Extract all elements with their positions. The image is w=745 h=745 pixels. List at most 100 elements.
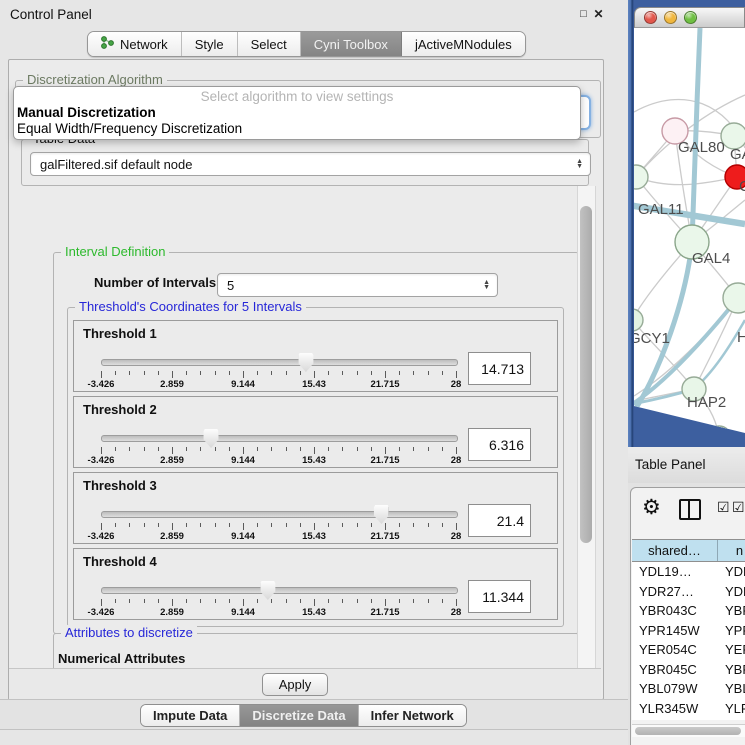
table-row[interactable]: YDL19…YDL1: [632, 562, 745, 582]
tab-discretize-data[interactable]: Discretize Data: [240, 705, 358, 726]
tab-cyni-toolbox[interactable]: Cyni Toolbox: [301, 32, 402, 56]
slider-tick: [342, 599, 343, 603]
slider-tick: [271, 447, 272, 451]
tab-jactivemnodules[interactable]: jActiveMNodules: [402, 32, 525, 56]
table-row[interactable]: YPR145WYPR1: [632, 621, 745, 641]
number-of-intervals-combobox[interactable]: 5 ▲▼: [217, 273, 498, 297]
threshold-panel: Threshold 4 -3.4262.8599.14415.4321.71528…: [73, 548, 558, 620]
tab-select[interactable]: Select: [238, 32, 301, 56]
table-row[interactable]: YBR043CYBR0: [632, 601, 745, 621]
bottom-tabbar: Impute Data Discretize Data Infer Networ…: [140, 704, 467, 727]
table-cell: YDR27…: [632, 582, 718, 602]
table-row[interactable]: YDR27…YDR2: [632, 582, 745, 602]
network-node[interactable]: [707, 426, 731, 447]
table-data-combobox[interactable]: galFiltered.sif default node ▲▼: [30, 152, 591, 176]
slider-tick: [456, 523, 457, 530]
table-row[interactable]: YBL079WYBL0: [632, 679, 745, 699]
slider-tick: [314, 523, 315, 530]
network-node-label: H: [737, 329, 745, 346]
slider-track[interactable]: [101, 587, 458, 594]
slider-track[interactable]: [101, 359, 458, 366]
network-desktop: GAL80GACGAL11GAL4GCY1HHAP2: [628, 0, 745, 447]
slider-tick: [413, 371, 414, 375]
table-horizontal-scrollbar[interactable]: [632, 724, 745, 737]
threshold-value-box[interactable]: 11.344: [468, 580, 531, 613]
columns-icon[interactable]: [679, 499, 701, 520]
slider-tick: [385, 523, 386, 530]
main-scrollbar-thumb[interactable]: [580, 206, 592, 543]
checkbox-checked-icon[interactable]: ☑: [717, 499, 730, 516]
network-node[interactable]: [628, 165, 648, 189]
slider-tick: [144, 599, 145, 603]
tab-infer-network[interactable]: Infer Network: [359, 705, 466, 726]
slider-thumb[interactable]: [260, 581, 275, 600]
network-canvas[interactable]: GAL80GACGAL11GAL4GCY1HHAP2: [628, 0, 745, 447]
slider-tick: [314, 599, 315, 606]
table-header-row: shared…n: [632, 539, 745, 562]
network-node-label: GA: [730, 146, 745, 163]
slider-tick: [186, 599, 187, 603]
slider-tick: [442, 523, 443, 527]
network-node-label: HAP2: [687, 394, 726, 411]
slider-tick: [229, 523, 230, 527]
apply-button[interactable]: Apply: [262, 673, 328, 696]
threshold-label: Threshold 4: [83, 554, 157, 569]
popup-option-equal-width-frequency[interactable]: Equal Width/Frequency Discretization: [17, 121, 242, 136]
slider-tick: [186, 447, 187, 451]
table-row[interactable]: YLR345WYLR3: [632, 699, 745, 719]
float-window-icon[interactable]: □: [577, 8, 590, 21]
tab-impute-data[interactable]: Impute Data: [141, 705, 240, 726]
tab-network[interactable]: Network: [88, 32, 182, 56]
threshold-value-box[interactable]: 21.4: [468, 504, 531, 537]
number-of-intervals-label: Number of Intervals: [94, 275, 216, 290]
slider-tick-label: 9.144: [231, 531, 255, 542]
popup-option-manual-discretization[interactable]: Manual Discretization: [17, 105, 156, 120]
slider-tick: [357, 599, 358, 603]
network-node[interactable]: [628, 309, 643, 331]
slider-tick: [442, 447, 443, 451]
checkbox-checked-icon[interactable]: ☑: [732, 499, 745, 516]
slider-tick: [243, 523, 244, 530]
slider-tick-label: -3.426: [88, 455, 115, 466]
table-row[interactable]: YER054CYER0: [632, 640, 745, 660]
table-hscrollbar-thumb[interactable]: [635, 727, 741, 735]
slider-thumb[interactable]: [204, 429, 219, 448]
tab-style[interactable]: Style: [182, 32, 238, 56]
table-row[interactable]: YBR045CYBR0: [632, 660, 745, 680]
table-cell: YIL052C: [632, 718, 718, 720]
slider-tick: [371, 599, 372, 603]
slider-track[interactable]: [101, 435, 458, 442]
threshold-slider[interactable]: -3.4262.8599.14415.4321.71528: [101, 582, 456, 618]
tab-label: Style: [195, 37, 224, 52]
slider-thumb[interactable]: [374, 505, 389, 524]
threshold-slider[interactable]: -3.4262.8599.14415.4321.71528: [101, 506, 456, 542]
slider-tick-label: 15.43: [302, 455, 326, 466]
threshold-slider[interactable]: -3.4262.8599.14415.4321.71528: [101, 430, 456, 466]
slider-track[interactable]: [101, 511, 458, 518]
slider-tick-label: 2.859: [160, 455, 184, 466]
table-header-cell[interactable]: n: [718, 540, 745, 561]
table-row[interactable]: YIL052CYIL0: [632, 718, 745, 720]
slider-tick: [371, 371, 372, 375]
threshold-value-box[interactable]: 14.713: [468, 352, 531, 385]
table-header-cell[interactable]: shared…: [632, 540, 718, 561]
threshold-label: Threshold 2: [83, 402, 157, 417]
close-panel-icon[interactable]: ✕: [592, 8, 605, 21]
slider-tick: [129, 447, 130, 451]
table-cell: YBR0: [718, 660, 745, 680]
slider-tick: [300, 371, 301, 375]
gear-icon[interactable]: ⚙: [642, 495, 661, 520]
slider-tick-label: 21.715: [370, 379, 399, 390]
slider-thumb[interactable]: [298, 353, 313, 372]
threshold-slider[interactable]: -3.4262.8599.14415.4321.71528: [101, 354, 456, 390]
table-cell: YBR043C: [632, 601, 718, 621]
main-vertical-scrollbar[interactable]: [577, 186, 596, 668]
slider-tick: [129, 599, 130, 603]
slider-tick: [456, 599, 457, 606]
slider-tick: [300, 447, 301, 451]
algorithm-dropdown-popup: Select algorithm to view settings Manual…: [13, 86, 581, 140]
slider-tick: [158, 371, 159, 375]
threshold-value-box[interactable]: 6.316: [468, 428, 531, 461]
slider-tick: [115, 371, 116, 375]
slider-tick: [413, 447, 414, 451]
